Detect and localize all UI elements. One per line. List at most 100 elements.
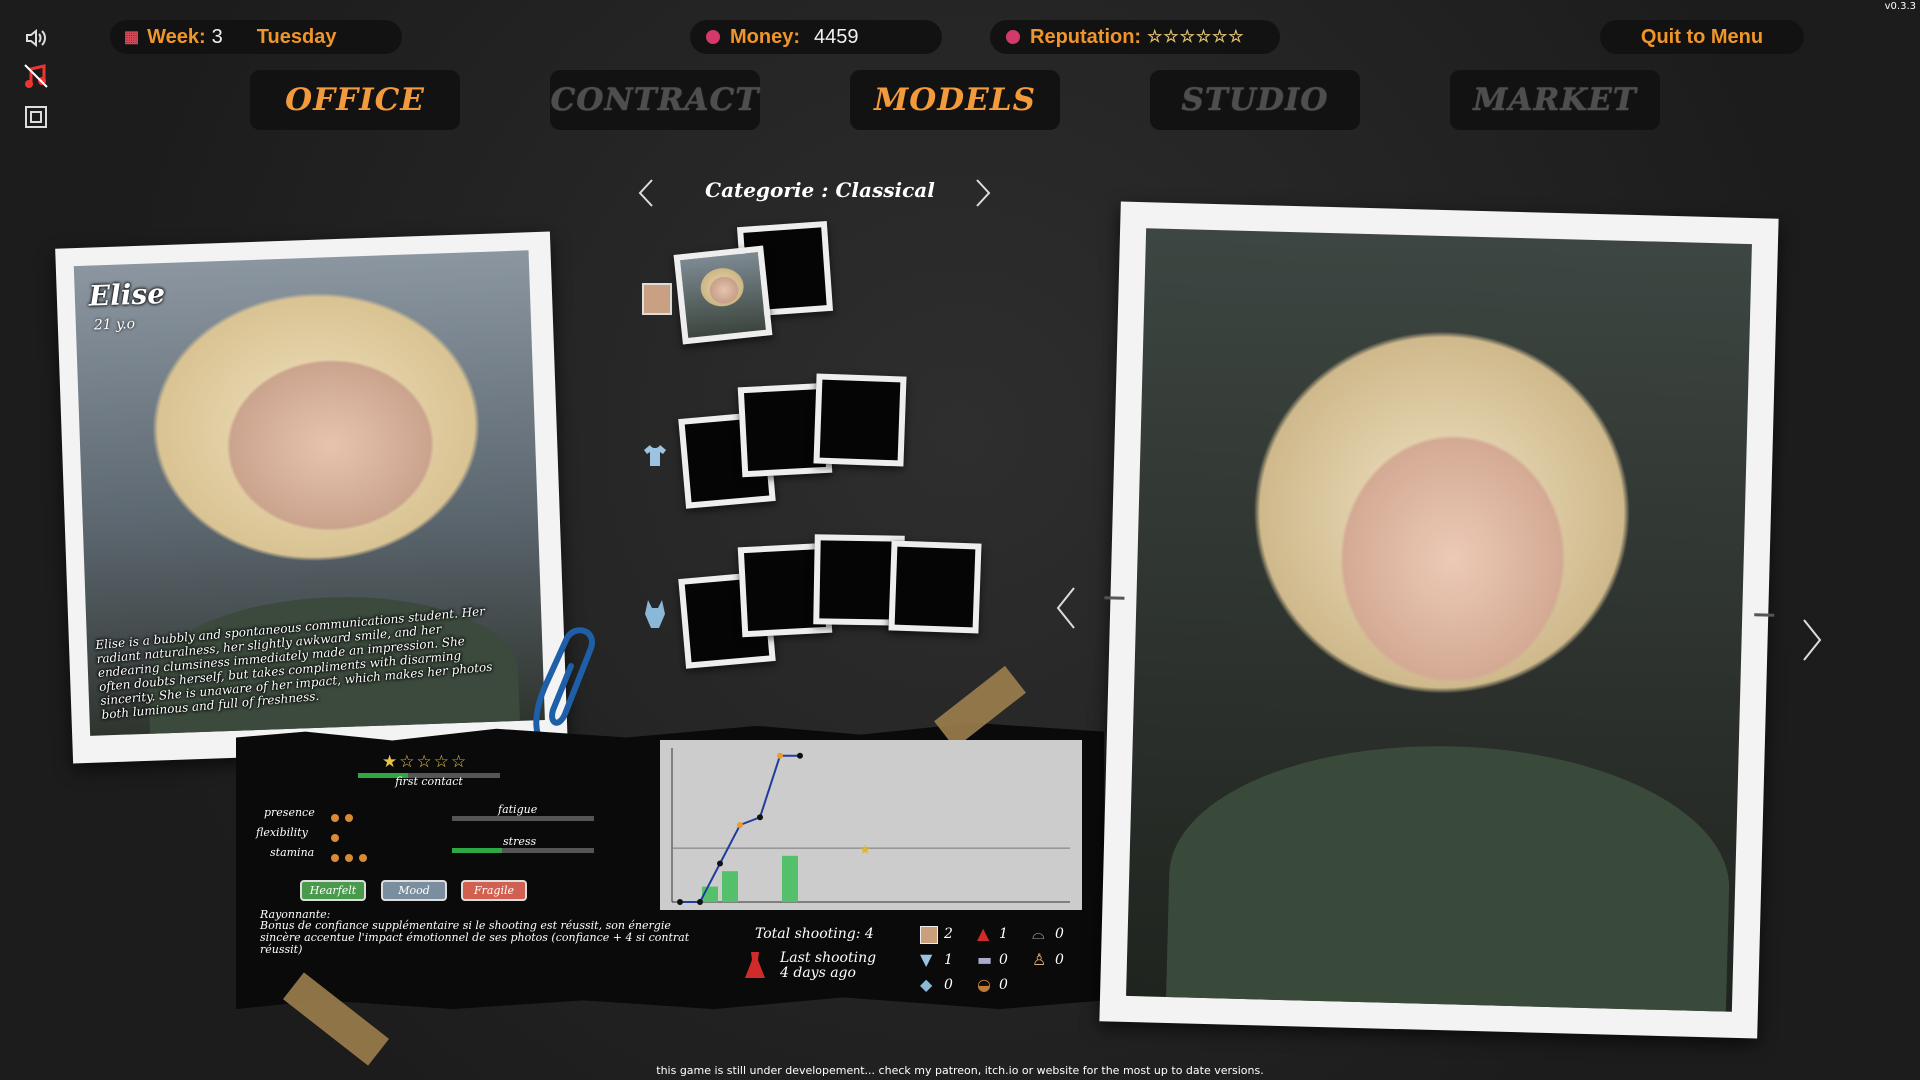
money-value: 4459 — [814, 25, 859, 48]
chart-bar — [782, 855, 798, 902]
reputation-pill: Reputation: ☆☆☆☆☆☆ — [990, 20, 1280, 54]
stat-dot — [331, 814, 339, 822]
count-lingerie: 0 — [1055, 926, 1064, 942]
reputation-icon — [1006, 30, 1020, 44]
model-card: Elise 21 y.o Elise is a bubbly and spont… — [55, 231, 568, 764]
trait-tag-fragile[interactable]: Fragile — [461, 880, 527, 901]
photo-slot[interactable] — [813, 373, 907, 467]
chart-point — [797, 752, 803, 759]
chart-point — [737, 822, 743, 828]
frame-notch — [1754, 613, 1775, 617]
fullscreen-icon[interactable] — [24, 105, 48, 129]
chart-point — [677, 899, 683, 905]
stat-dot — [331, 854, 339, 862]
pose-icon: ♙ — [1032, 950, 1047, 969]
model-age: 21 y.o — [93, 316, 136, 334]
large-model-photo — [1126, 228, 1752, 1012]
calendar-icon: ▦ — [124, 29, 140, 46]
last-shooting-value: 4 days ago — [780, 965, 856, 981]
count-portrait: 2 — [944, 926, 953, 942]
last-shooting-label: Last shooting — [780, 950, 877, 966]
row-portrait-icon — [642, 283, 672, 315]
stress-label: stress — [503, 835, 537, 848]
chart-point — [717, 860, 723, 867]
money-label: Money: — [730, 25, 800, 48]
large-photo-frame — [1099, 201, 1779, 1039]
category-label: Categorie : Classical — [705, 178, 935, 202]
stat-flexibility-dots — [331, 827, 345, 846]
week-pill: ▦ Week: 3 Tuesday — [110, 20, 402, 54]
swimsuit-icon: ◆ — [920, 975, 933, 994]
music-muted-icon[interactable] — [22, 62, 50, 90]
perk-text: Bonus de confiance supplémentaire si le … — [260, 919, 690, 956]
chair-icon: ▬ — [977, 950, 993, 969]
category-next-arrow[interactable] — [973, 178, 993, 208]
tshirt-icon: ▼ — [920, 950, 933, 969]
footer-note: this game is still under developement...… — [656, 1064, 1264, 1077]
photo-slot[interactable] — [888, 540, 982, 634]
stat-flexibility-label: flexibility — [256, 826, 308, 839]
mask-icon: ◒ — [977, 975, 991, 994]
category-prev-arrow[interactable] — [636, 178, 656, 208]
stat-dot — [359, 854, 367, 862]
tab-contract[interactable]: Contract — [550, 70, 760, 130]
fatigue-label: fatigue — [498, 803, 538, 816]
stat-dot — [331, 834, 339, 842]
chart-star-marker: ★ — [859, 843, 871, 858]
count-dress: 1 — [999, 926, 1008, 942]
photo-next-arrow[interactable] — [1800, 618, 1824, 662]
stress-bar — [452, 848, 594, 853]
dress-icon — [744, 950, 766, 980]
shooting-chart-svg: ★ — [671, 748, 1070, 905]
stat-presence-dots — [331, 807, 359, 826]
quit-label: Quit to Menu — [1640, 25, 1764, 48]
total-shooting-label: Total shooting: 4 — [755, 926, 874, 942]
photo-prev-arrow[interactable] — [1054, 586, 1078, 630]
row-swimsuit-icon — [642, 598, 668, 632]
stat-dot — [345, 854, 353, 862]
lingerie-icon: ⌓ — [1032, 924, 1045, 943]
stress-bar-fill — [452, 848, 502, 853]
count-tshirt: 1 — [944, 952, 953, 968]
model-name: Elise — [88, 276, 166, 313]
week-label: Week: — [147, 25, 206, 48]
coin-icon — [706, 30, 720, 44]
photo-slot-filled[interactable] — [673, 245, 773, 345]
relation-label: first contact — [395, 775, 463, 788]
reputation-stars: ☆☆☆☆☆☆ — [1147, 27, 1245, 46]
stat-stamina-label: stamina — [270, 846, 315, 859]
row-tshirt-icon — [642, 442, 668, 468]
large-photo-sweater — [1165, 739, 1733, 1012]
sound-icon[interactable] — [24, 26, 48, 50]
day-label: Tuesday — [256, 25, 337, 48]
count-mask: 0 — [999, 977, 1008, 993]
frame-notch — [1104, 596, 1125, 600]
count-swimsuit: 0 — [944, 977, 953, 993]
portrait-icon — [920, 926, 938, 944]
count-chair: 0 — [999, 952, 1008, 968]
tab-office[interactable]: Office — [250, 70, 460, 130]
stat-stamina-dots — [331, 847, 373, 866]
week-value: 3 — [211, 25, 223, 48]
chart-bar — [722, 871, 738, 902]
count-pose: 0 — [1055, 952, 1064, 968]
quit-to-menu-button[interactable]: Quit to Menu — [1600, 20, 1804, 54]
trait-tag-hearfelt[interactable]: Hearfelt — [300, 880, 366, 901]
chart-point — [777, 752, 783, 759]
tab-market[interactable]: Market — [1450, 70, 1660, 130]
trait-tag-mood[interactable]: Mood — [381, 880, 447, 901]
stat-presence-label: presence — [264, 806, 315, 819]
tab-studio[interactable]: Studio — [1150, 70, 1360, 130]
version-label: v0.3.3 — [1884, 1, 1916, 12]
rating-stars: ★☆☆☆☆ — [382, 752, 469, 772]
dress-icon: ▲ — [977, 924, 990, 943]
tab-models[interactable]: Models — [850, 70, 1060, 130]
fatigue-bar — [452, 816, 594, 821]
money-pill: Money: 4459 — [690, 20, 942, 54]
stat-dot — [345, 814, 353, 822]
chart-point — [697, 899, 703, 905]
shooting-chart: ★ — [660, 740, 1082, 910]
reputation-label: Reputation: — [1030, 25, 1142, 48]
chart-point — [757, 814, 763, 821]
model-portrait: Elise 21 y.o Elise is a bubbly and spont… — [73, 250, 545, 736]
